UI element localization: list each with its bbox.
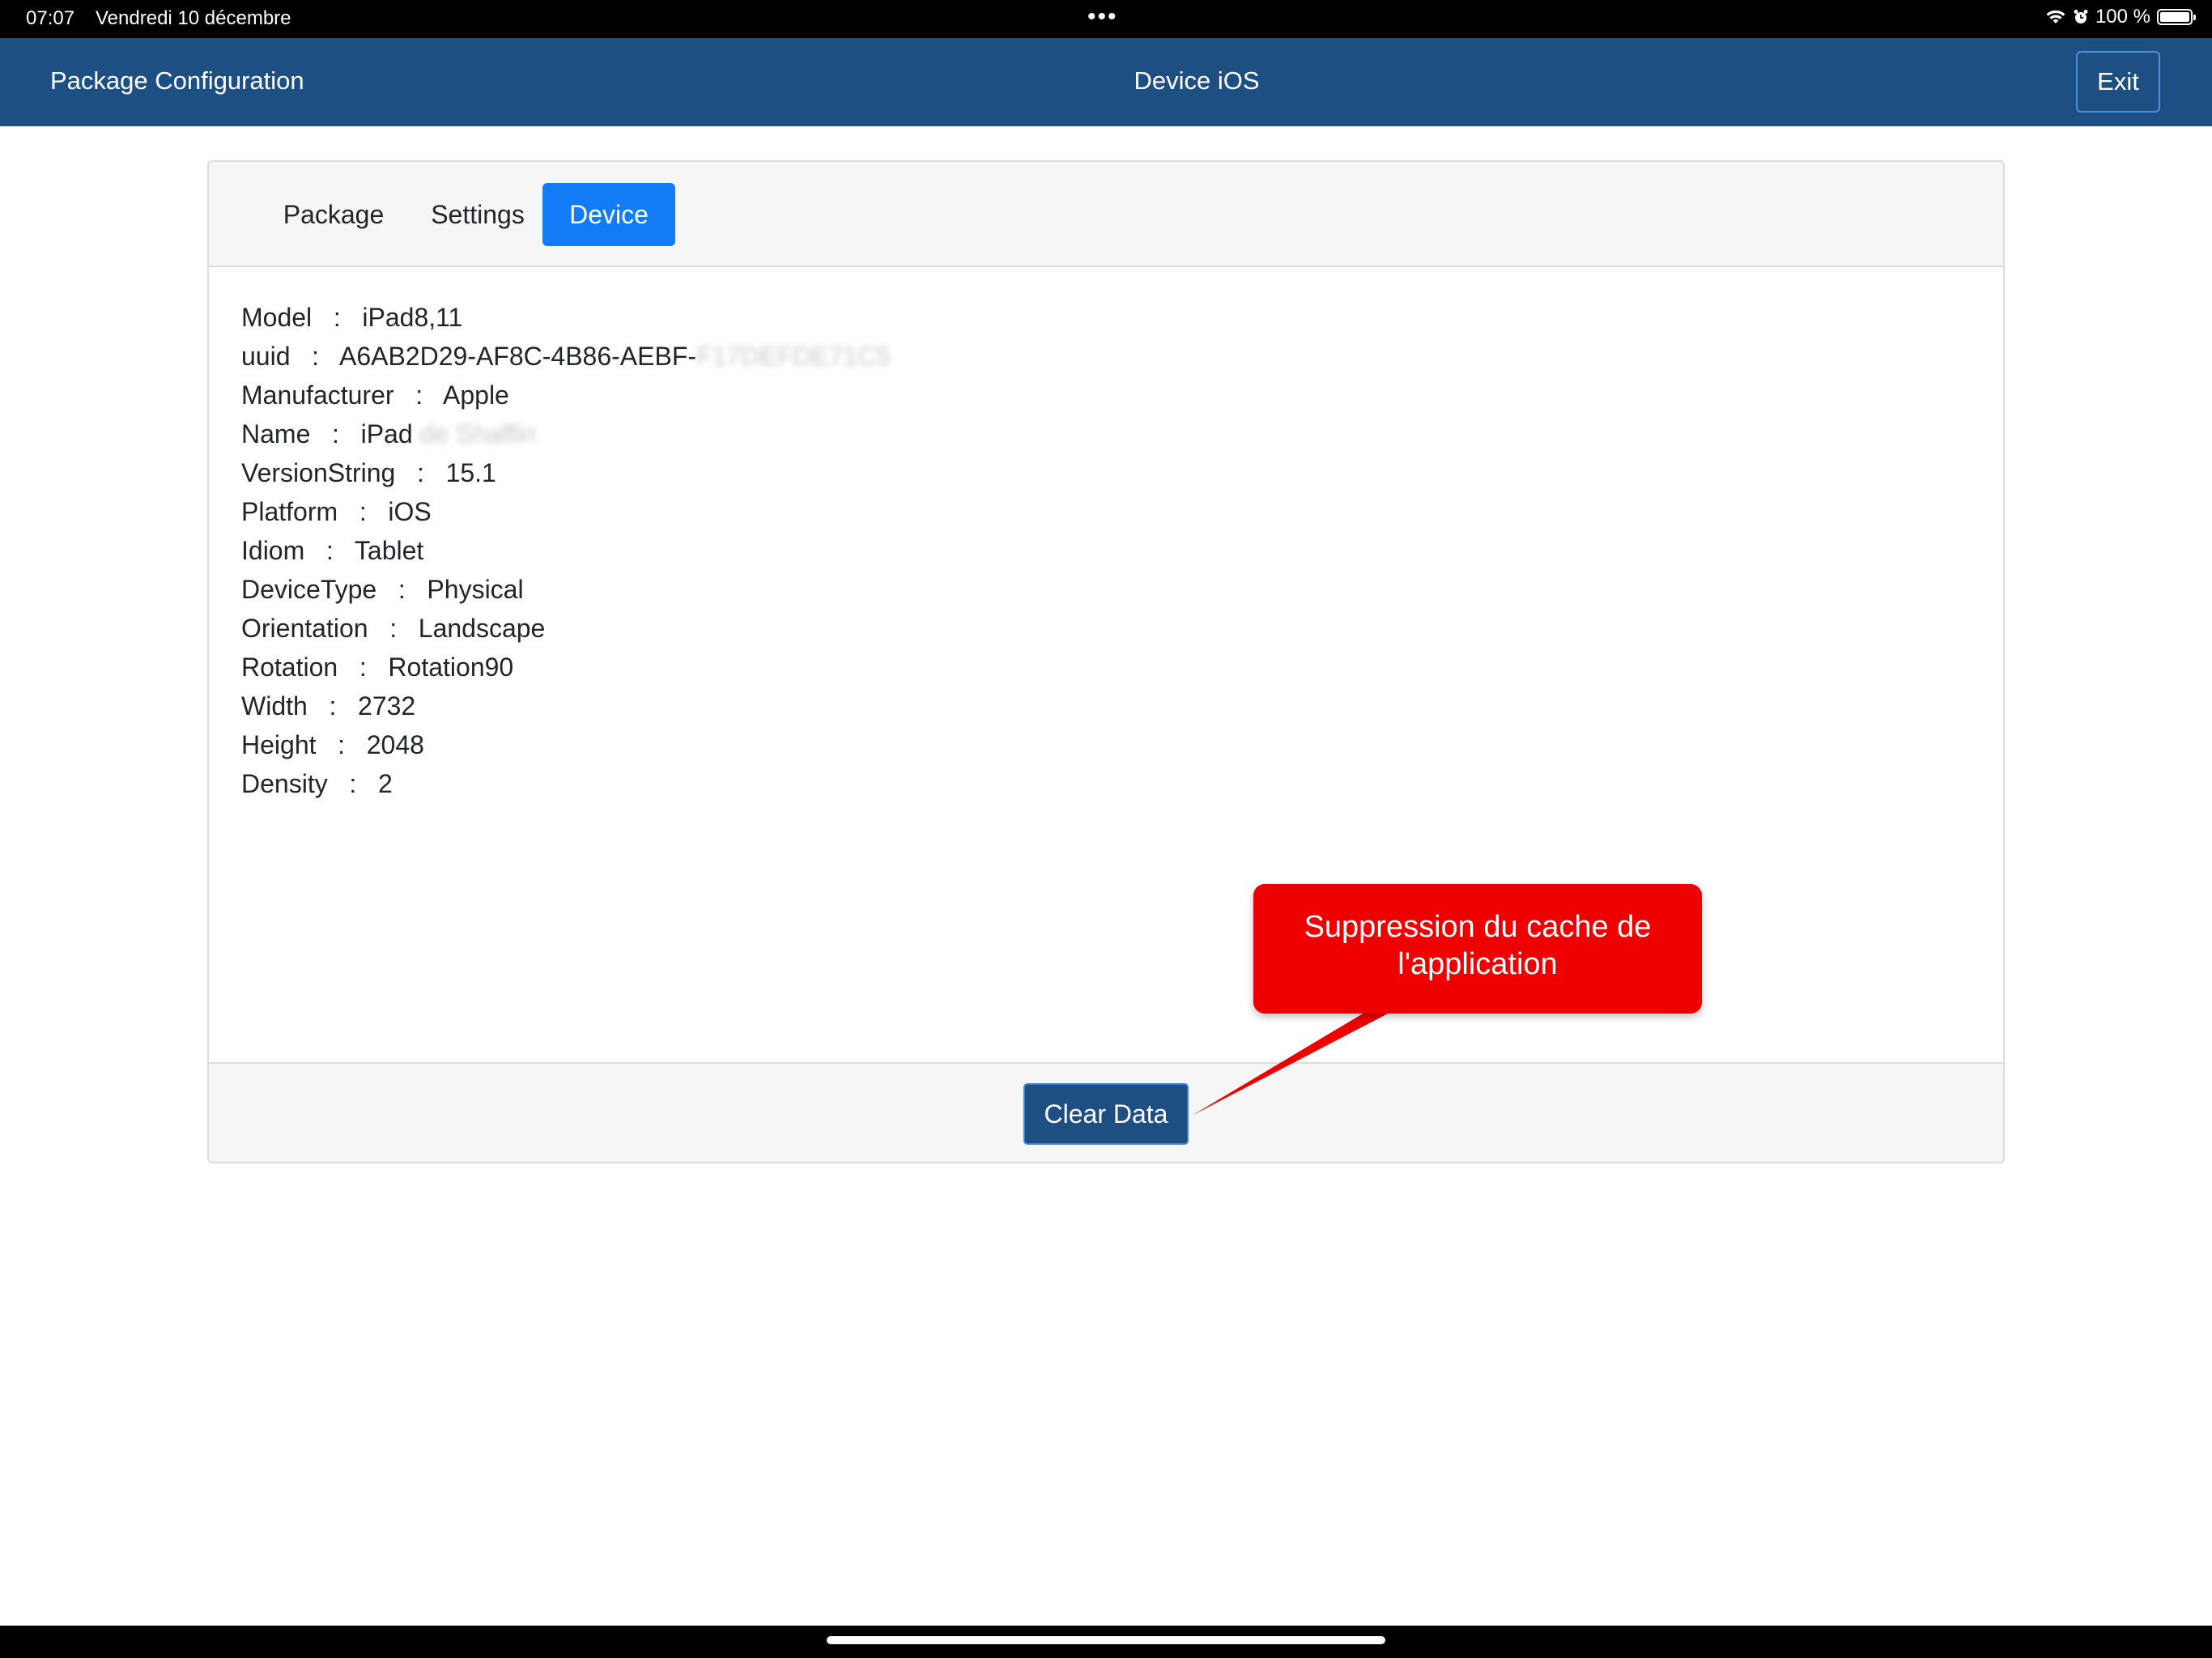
info-value: iPad8,11 — [362, 303, 463, 332]
home-bar-area — [0, 1626, 2212, 1658]
tab-package[interactable]: Package — [256, 183, 411, 246]
info-row-uuid: uuid : A6AB2D29-AF8C-4B86-AEBF-F17DEFDE7… — [241, 342, 891, 371]
info-row-platform: Platform : iOS — [241, 497, 432, 526]
alarm-icon — [2074, 10, 2088, 23]
status-right: 100 % — [2045, 6, 2196, 28]
info-value: 15.1 — [445, 458, 496, 487]
multitasking-dots-icon[interactable]: ••• — [1087, 3, 1118, 31]
info-key: Model — [241, 303, 313, 332]
info-value: Tablet — [354, 536, 424, 565]
info-row-height: Height : 2048 — [241, 730, 424, 759]
info-row-model: Model : iPad8,11 — [241, 303, 463, 332]
status-bar: 07:07 Vendredi 10 décembre ••• 100 % — [0, 0, 2212, 38]
info-key: Platform — [241, 497, 338, 526]
info-row-width: Width : 2732 — [241, 691, 416, 721]
home-indicator[interactable] — [827, 1636, 1385, 1644]
info-row-name: Name : iPad de Shaffin — [241, 419, 537, 449]
info-value: iPad — [360, 419, 413, 449]
info-value: Physical — [427, 575, 524, 604]
info-key: Height — [241, 730, 317, 759]
battery-percent: 100 % — [2095, 6, 2150, 28]
tab-settings[interactable]: Settings — [411, 183, 544, 246]
info-key: Orientation — [241, 614, 368, 643]
info-row-rotation: Rotation : Rotation90 — [241, 653, 514, 682]
blurred-value: de Shaffin — [419, 419, 537, 449]
exit-button[interactable]: Exit — [2076, 51, 2160, 113]
battery-icon — [2157, 9, 2196, 25]
device-card: Package Settings Device Model : iPad8,11… — [207, 160, 2005, 1163]
info-key: uuid — [241, 342, 291, 371]
tab-device[interactable]: Device — [542, 183, 675, 246]
annotation-callout: Suppression du cache de l'application — [1253, 884, 1702, 1014]
info-row-orientation: Orientation : Landscape — [241, 614, 546, 643]
info-row-manufacturer: Manufacturer : Apple — [241, 380, 509, 410]
wifi-icon — [2046, 10, 2065, 23]
info-key: Manufacturer — [241, 380, 394, 410]
info-value: A6AB2D29-AF8C-4B86-AEBF- — [338, 342, 697, 371]
info-key: VersionString — [241, 458, 396, 487]
info-value: Rotation90 — [388, 653, 514, 682]
info-value: Landscape — [418, 614, 546, 643]
info-key: Density — [241, 769, 328, 798]
info-key: DeviceType — [241, 575, 377, 604]
page-title: Device iOS — [1134, 66, 1260, 95]
blurred-value: F17DEFDE71C5 — [696, 342, 891, 371]
info-key: Rotation — [241, 653, 338, 682]
clear-data-button[interactable]: Clear Data — [1023, 1083, 1189, 1145]
info-key: Width — [241, 691, 308, 721]
info-row-idiom: Idiom : Tablet — [241, 536, 424, 565]
info-row-devicetype: DeviceType : Physical — [241, 575, 524, 604]
tab-bar: Package Settings Device — [209, 162, 2003, 267]
status-date: Vendredi 10 décembre — [96, 7, 291, 29]
info-key: Name — [241, 419, 311, 449]
info-value: 2 — [377, 769, 393, 798]
info-key: Idiom — [241, 536, 305, 565]
info-value: iOS — [388, 497, 432, 526]
info-row-density: Density : 2 — [241, 769, 393, 798]
info-value: 2732 — [358, 691, 416, 721]
card-footer: Clear Data — [209, 1062, 2003, 1162]
info-row-versionstring: VersionString : 15.1 — [241, 458, 496, 487]
nav-bar: Package Configuration Device iOS Exit — [0, 38, 2212, 126]
status-time: 07:07 — [26, 7, 75, 29]
info-value: 2048 — [366, 730, 424, 759]
device-info-list: Model : iPad8,11 uuid : A6AB2D29-AF8C-4B… — [241, 298, 891, 803]
info-value: Apple — [443, 380, 509, 410]
